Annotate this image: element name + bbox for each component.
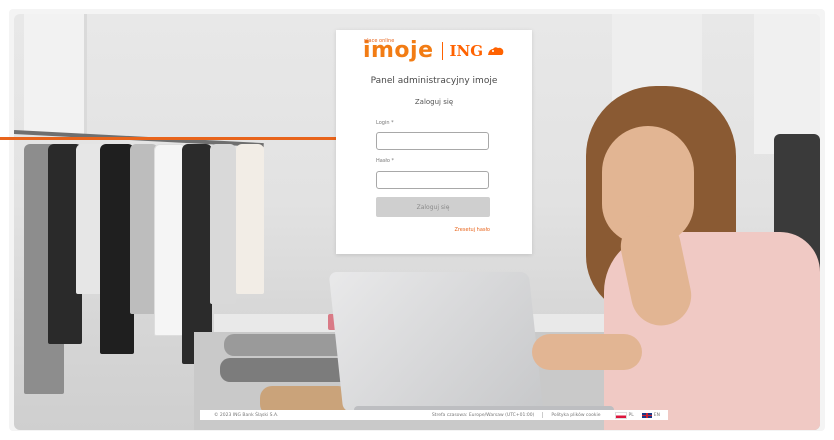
page-title: Panel administracyjny imoje <box>370 76 498 86</box>
window <box>24 14 87 134</box>
password-label: Hasło * <box>376 158 394 164</box>
woman-hand <box>532 334 642 370</box>
arrow-right-icon <box>0 137 340 140</box>
login-card: płace online imoje ING Panel administrac… <box>336 30 532 254</box>
language-en[interactable]: EN <box>654 413 660 418</box>
footer-divider <box>542 412 544 418</box>
logo-tagline: płace online <box>363 38 395 44</box>
password-input[interactable] <box>376 171 489 189</box>
language-pl[interactable]: PL <box>629 413 634 418</box>
login-subtitle: Zaloguj się <box>414 98 454 106</box>
reset-password-link[interactable]: Zresetuj hasło <box>436 227 490 233</box>
ing-lion-icon <box>488 47 504 55</box>
cookie-policy-link[interactable]: Polityka plików cookie <box>551 413 600 418</box>
flag-en-icon[interactable] <box>641 412 652 418</box>
login-label: Login * <box>376 120 394 126</box>
garment <box>182 144 212 364</box>
timezone-text: Strefa czasowa: Europe/Warsaw (UTC+01:00… <box>431 412 535 418</box>
login-button[interactable]: Zaloguj się <box>376 197 490 217</box>
garment <box>210 144 236 304</box>
copyright-text: © 2023 ING Bank Śląski S.A. <box>214 412 279 418</box>
garment <box>100 144 134 354</box>
garment <box>236 144 264 294</box>
footer-bar: © 2023 ING Bank Śląski S.A. Strefa czaso… <box>200 410 668 420</box>
imoje-logo: płace online imoje <box>363 38 434 62</box>
wall-right <box>754 14 820 154</box>
login-input[interactable] <box>376 132 489 150</box>
laptop <box>328 272 544 412</box>
logo-divider <box>441 42 443 60</box>
flag-pl-icon[interactable] <box>614 411 627 419</box>
ing-logo-text: ING <box>449 42 484 60</box>
brand-logo: płace online imoje ING <box>336 36 532 66</box>
